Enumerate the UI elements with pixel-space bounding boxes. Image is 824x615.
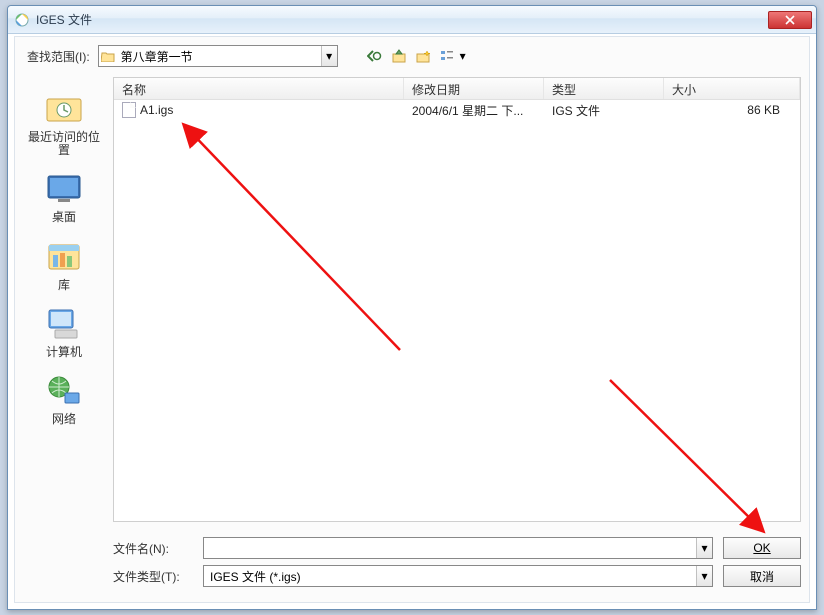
- place-computer[interactable]: 计算机: [24, 304, 104, 359]
- file-date-cell: 2004/6/1 星期二 下...: [404, 102, 544, 119]
- filetype-label: 文件类型(T):: [113, 568, 193, 585]
- filename-input[interactable]: [204, 538, 696, 558]
- recent-icon: [40, 89, 88, 129]
- filetype-input[interactable]: [204, 566, 696, 586]
- place-network-label: 网络: [52, 413, 76, 426]
- lookin-dropdown[interactable]: ▾: [321, 46, 337, 66]
- file-size-cell: 86 KB: [664, 103, 800, 117]
- file-open-dialog: IGES 文件 查找范围(I): 第八章第一节 ▾: [7, 5, 817, 610]
- up-one-level-button[interactable]: [388, 45, 410, 67]
- filetype-combo[interactable]: ▾: [203, 565, 713, 587]
- filename-dropdown[interactable]: ▾: [696, 538, 712, 558]
- lookin-combo[interactable]: 第八章第一节 ▾: [98, 45, 338, 67]
- titlebar: IGES 文件: [8, 6, 816, 34]
- file-icon: [122, 102, 136, 118]
- filename-label: 文件名(N):: [113, 540, 193, 557]
- place-desktop-label: 桌面: [52, 211, 76, 224]
- place-recent-label: 最近访问的位置: [24, 131, 104, 157]
- close-button[interactable]: [768, 11, 812, 29]
- places-bar: 最近访问的位置 桌面 库: [15, 77, 113, 522]
- place-libraries-label: 库: [58, 279, 70, 292]
- table-row[interactable]: A1.igs 2004/6/1 星期二 下... IGS 文件 86 KB: [114, 100, 800, 120]
- place-network[interactable]: 网络: [24, 371, 104, 426]
- col-size[interactable]: 大小: [664, 78, 800, 99]
- client-area: 查找范围(I): 第八章第一节 ▾: [14, 36, 810, 603]
- file-list: 名称 修改日期 类型 大小 A1.igs 2004/6/1 星期二 下... I…: [113, 77, 801, 522]
- filetype-dropdown[interactable]: ▾: [696, 566, 712, 586]
- place-desktop[interactable]: 桌面: [24, 169, 104, 224]
- place-computer-label: 计算机: [46, 346, 82, 359]
- view-menu-button[interactable]: [436, 45, 458, 67]
- main-row: 最近访问的位置 桌面 库: [15, 77, 809, 522]
- file-name: A1.igs: [140, 103, 173, 117]
- file-type-cell: IGS 文件: [544, 102, 664, 119]
- new-folder-button[interactable]: [412, 45, 434, 67]
- libraries-icon: [40, 237, 88, 277]
- topbar: 查找范围(I): 第八章第一节 ▾: [15, 37, 809, 71]
- bottom-bar: 文件名(N): ▾ OK 文件类型(T): ▾ 取消: [113, 534, 801, 594]
- file-rows[interactable]: A1.igs 2004/6/1 星期二 下... IGS 文件 86 KB: [114, 100, 800, 521]
- ok-button[interactable]: OK: [723, 537, 801, 559]
- folder-icon: [99, 50, 117, 62]
- desktop-icon: [40, 169, 88, 209]
- cancel-button[interactable]: 取消: [723, 565, 801, 587]
- filename-combo[interactable]: ▾: [203, 537, 713, 559]
- lookin-path: 第八章第一节: [117, 48, 321, 65]
- app-icon: [14, 12, 30, 28]
- lookin-label: 查找范围(I):: [27, 48, 90, 65]
- col-type[interactable]: 类型: [544, 78, 664, 99]
- network-icon: [40, 371, 88, 411]
- col-name[interactable]: 名称: [114, 78, 404, 99]
- view-menu-dropdown[interactable]: ▾: [458, 45, 468, 67]
- place-libraries[interactable]: 库: [24, 237, 104, 292]
- column-headers: 名称 修改日期 类型 大小: [114, 78, 800, 100]
- window-title: IGES 文件: [36, 11, 768, 28]
- toolbar: ▾: [364, 45, 468, 67]
- col-date[interactable]: 修改日期: [404, 78, 544, 99]
- computer-icon: [40, 304, 88, 344]
- file-name-cell: A1.igs: [114, 102, 404, 118]
- back-button[interactable]: [364, 45, 386, 67]
- place-recent[interactable]: 最近访问的位置: [24, 89, 104, 157]
